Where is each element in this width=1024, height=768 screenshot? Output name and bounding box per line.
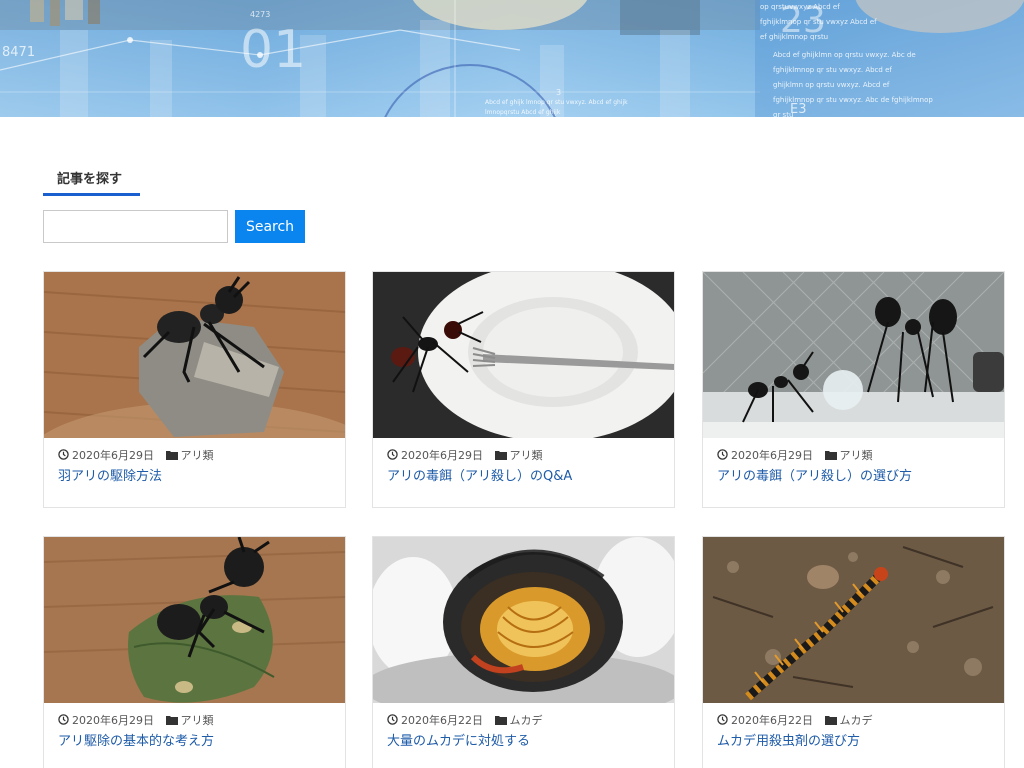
banner-number: 3 [556,88,562,97]
search-widget-title: 記事を探す [43,162,140,196]
folder-icon [824,450,837,463]
article-meta: 2020年6月29日 アリ類 [44,703,345,733]
clock-icon [387,449,398,463]
article-title-link[interactable]: アリの毒餌（アリ殺し）の選び方 [703,468,1004,486]
folder-icon [165,715,178,728]
banner-text-line: ghijklmn op qrstu vwxyz. Abcd ef [773,81,890,89]
article-card[interactable]: 2020年6月29日 アリ類 羽アリの駆除方法 [43,271,346,508]
banner-text-line: Abcd ef ghijklmn op qrstu vwxyz. Abc de [773,51,916,59]
header-banner: 8471 01 23 3 E3 4273 op qrstuvwxyz Abcd … [0,0,1024,117]
article-date: 2020年6月29日 [401,449,483,462]
article-meta: 2020年6月29日 アリ類 [44,438,345,468]
article-title-link[interactable]: 羽アリの駆除方法 [44,468,345,486]
search-widget-heading: 記事を探す [57,172,123,187]
clock-icon [717,714,728,728]
search-button[interactable]: Search [235,210,305,243]
article-title-link[interactable]: ムカデ用殺虫剤の選び方 [703,733,1004,751]
article-thumbnail[interactable] [703,272,1004,438]
banner-text-block: Abcd ef ghijk lmnop qr stu vwxyz. Abcd e… [485,98,635,117]
article-card[interactable]: 2020年6月29日 アリ類 アリの毒餌（アリ殺し）の選び方 [702,271,1005,508]
banner-text-line: ef ghijklmnop qrstu [760,33,829,41]
banner-text-line: lmnopqrstu Abcd ef ghijk [485,109,561,116]
banner-text-line: Abcd ef ghijk lmnop qr stu vwxyz. Abcd e… [485,99,628,106]
article-category[interactable]: ムカデ [840,714,873,727]
banner-text-block: Abcd ef ghijklmn op qrstu vwxyz. Abc de … [773,48,933,117]
folder-icon [824,715,837,728]
article-card[interactable]: 2020年6月29日 アリ類 アリ駆除の基本的な考え方 [43,536,346,768]
article-date: 2020年6月22日 [401,714,483,727]
ant-on-rock-image [44,272,345,438]
article-category[interactable]: アリ類 [840,449,873,462]
banner-number: 8471 [2,45,36,60]
article-thumbnail[interactable] [373,537,674,703]
banner-text-block: op qrstuvwxyz Abcd ef fghijklmnop qr stu… [760,0,920,45]
centipede-bowl-image [373,537,674,703]
folder-icon [165,450,178,463]
clock-icon [717,449,728,463]
article-meta: 2020年6月22日 ムカデ [703,703,1004,733]
article-card[interactable]: 2020年6月22日 ムカデ 大量のムカデに対処する [372,536,675,768]
centipede-on-soil-image [703,537,1004,703]
banner-text-line: op qrstuvwxyz Abcd ef [760,3,840,11]
article-card[interactable]: 2020年6月29日 アリ類 アリの毒餌（アリ殺し）のQ&A [372,271,675,508]
search-input[interactable] [43,210,228,243]
clock-icon [58,449,69,463]
article-date: 2020年6月29日 [72,714,154,727]
folder-icon [494,450,507,463]
clock-icon [387,714,398,728]
folder-icon [494,715,507,728]
article-thumbnail[interactable] [373,272,674,438]
article-thumbnail[interactable] [44,537,345,703]
article-title-link[interactable]: アリの毒餌（アリ殺し）のQ&A [373,468,674,486]
ant-on-leaf-image [44,537,345,703]
article-category[interactable]: ムカデ [510,714,543,727]
article-meta: 2020年6月29日 アリ類 [703,438,1004,468]
article-category[interactable]: アリ類 [510,449,543,462]
ant-with-fork-plate-image [373,272,674,438]
article-thumbnail[interactable] [703,537,1004,703]
clock-icon [58,714,69,728]
banner-text-line: fghijklmnop qr stu vwxyz. Abcd ef [773,66,892,74]
article-card[interactable]: 2020年6月22日 ムカデ ムカデ用殺虫剤の選び方 [702,536,1005,768]
article-category[interactable]: アリ類 [181,714,214,727]
article-meta: 2020年6月22日 ムカデ [373,703,674,733]
article-title-link[interactable]: 大量のムカデに対処する [373,733,674,751]
article-title-link[interactable]: アリ駆除の基本的な考え方 [44,733,345,751]
article-date: 2020年6月29日 [731,449,813,462]
banner-text-line: fghijklmnop qr stu vwxyz Abcd ef [760,18,877,26]
article-category[interactable]: アリ類 [181,449,214,462]
banner-number: 01 [240,20,307,80]
banner-number: 4273 [250,10,271,19]
article-meta: 2020年6月29日 アリ類 [373,438,674,468]
article-thumbnail[interactable] [44,272,345,438]
banner-text-line: fghijklmnop qr stu vwxyz. Abc de fghijkl… [773,96,933,117]
article-date: 2020年6月22日 [731,714,813,727]
article-date: 2020年6月29日 [72,449,154,462]
ants-by-window-image [703,272,1004,438]
